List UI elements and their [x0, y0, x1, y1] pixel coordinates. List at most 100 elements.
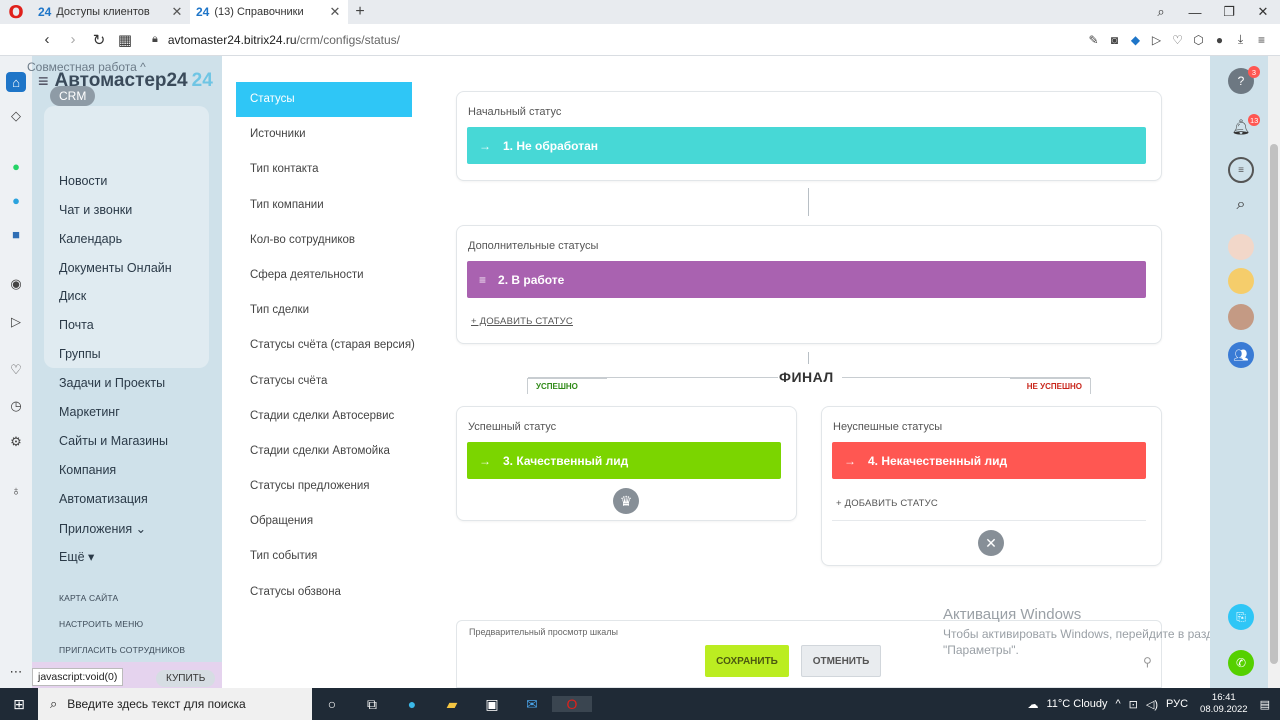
avatar[interactable]	[1228, 268, 1254, 294]
subnav-item[interactable]: Статусы обзвона	[236, 575, 426, 610]
status-item-in-progress[interactable]: ≡ 2. В работе	[467, 261, 1146, 298]
home-icon[interactable]: ⌂	[6, 72, 26, 92]
telegram-icon[interactable]: ●	[6, 190, 26, 210]
browser-tab-2[interactable]: 24 (13) Справочники ✕	[190, 0, 348, 24]
add-status-link[interactable]: + ДОБАВИТЬ СТАТУС	[471, 316, 573, 327]
cancel-button[interactable]: ОТМЕНИТЬ	[801, 645, 881, 677]
subnav-item[interactable]: Тип сделки	[236, 293, 426, 328]
browser-tab-1[interactable]: 24 Доступы клиентов ✕	[32, 0, 190, 24]
settings-icon[interactable]: ⚙	[6, 432, 26, 452]
search-tabs-icon[interactable]: ⌕	[1144, 4, 1178, 20]
search-icon[interactable]: ⌕	[1228, 192, 1254, 218]
chevron-up-icon[interactable]: ^	[1116, 698, 1121, 710]
more-icon[interactable]: ⋯	[6, 662, 26, 682]
menu-item[interactable]: Документы Онлайн	[59, 261, 172, 275]
clock[interactable]: 16:41 08.09.2022	[1200, 692, 1248, 716]
explorer-icon[interactable]: ▰	[432, 696, 472, 713]
group-chat-icon[interactable]: 👥︎	[1228, 342, 1254, 368]
menu-item[interactable]: Новости	[59, 174, 107, 188]
task-view-icon[interactable]: ⧉	[352, 696, 392, 713]
forward-icon[interactable]: ›	[60, 31, 86, 48]
menu-group-header[interactable]: Совместная работа ^	[27, 60, 146, 74]
configure-menu-link[interactable]: НАСТРОИТЬ МЕНЮ	[59, 619, 143, 629]
subnav-item[interactable]: Обращения	[236, 504, 426, 539]
notifications-icon[interactable]: ▤	[1260, 698, 1270, 711]
menu-item[interactable]: Чат и звонки	[59, 203, 132, 217]
player-icon[interactable]: ◉	[6, 274, 26, 294]
url-field[interactable]: 🔒︎ avtomaster24.bitrix24.ru /crm/configs…	[152, 33, 1083, 47]
buy-button[interactable]: КУПИТЬ	[156, 670, 216, 687]
store-icon[interactable]: ▣	[472, 696, 512, 713]
invite-users-link[interactable]: ПРИГЛАСИТЬ СОТРУДНИКОВ	[59, 645, 185, 655]
send-icon[interactable]: ▷	[6, 312, 26, 332]
profile-icon[interactable]: ●	[1209, 33, 1230, 47]
subnav-item[interactable]: Статусы предложения	[236, 469, 426, 504]
heart-icon[interactable]: ♡	[1167, 33, 1188, 47]
subnav-item-statuses[interactable]: Статусы	[236, 82, 412, 118]
save-button[interactable]: СОХРАНИТЬ	[705, 645, 789, 677]
status-item-success[interactable]: → 3. Качественный лид	[467, 442, 781, 479]
add-status-link[interactable]: + ДОБАВИТЬ СТАТУС	[836, 498, 938, 509]
edit-icon[interactable]: ✎	[1083, 33, 1104, 47]
subnav-item[interactable]: Сфера деятельности	[236, 258, 426, 293]
subnav-item[interactable]: Стадии сделки Автомойка	[236, 434, 426, 469]
menu-item[interactable]: Почта	[59, 318, 94, 332]
opera-logo-icon[interactable]: O	[0, 0, 32, 24]
subnav-item[interactable]: Статусы счёта (старая версия)	[236, 328, 426, 363]
subnav-item[interactable]: Статусы счёта	[236, 364, 426, 399]
menu-item[interactable]: Компания	[59, 463, 116, 477]
menu-item[interactable]: Сайты и Магазины	[59, 434, 168, 448]
whatsapp-icon[interactable]: ●	[6, 156, 26, 176]
new-tab-icon[interactable]: +	[348, 3, 372, 21]
subnav-item[interactable]: Тип контакта	[236, 152, 426, 187]
status-item-initial[interactable]: → 1. Не обработан	[467, 127, 1146, 164]
avatar[interactable]	[1228, 304, 1254, 330]
opera-taskbar-icon[interactable]: O	[552, 696, 592, 712]
download-icon[interactable]: ⤓	[1230, 32, 1251, 47]
close-tab-icon[interactable]: ✕	[328, 4, 342, 20]
sitemap-link[interactable]: КАРТА САЙТА	[59, 593, 118, 603]
menu-item[interactable]: Ещё ▾	[59, 549, 94, 564]
scroll-thumb[interactable]	[1270, 144, 1278, 664]
chat-icon[interactable]: ≡	[1228, 157, 1254, 183]
phone-icon[interactable]: ✆	[1228, 650, 1254, 676]
crypto-icon[interactable]: ◇	[6, 106, 26, 126]
subnav-item[interactable]: Источники	[236, 117, 426, 152]
minimize-icon[interactable]: —	[1178, 5, 1212, 20]
subnav-item[interactable]: Тип компании	[236, 188, 426, 223]
menu-item[interactable]: Календарь	[59, 232, 122, 246]
heart-icon[interactable]: ♡	[6, 360, 26, 380]
vpn-shield-icon[interactable]: ◆	[1125, 33, 1146, 47]
weather-text[interactable]: 11°C Cloudy	[1046, 698, 1107, 710]
close-window-icon[interactable]: ✕	[1246, 4, 1280, 20]
menu-item[interactable]: Приложения ⌄	[59, 521, 146, 536]
windows-start-icon[interactable]: ⊞	[0, 696, 38, 713]
vk-icon[interactable]: ■	[6, 224, 26, 244]
status-item-failure[interactable]: → 4. Некачественный лид	[832, 442, 1146, 479]
network-icon[interactable]: ⊡	[1129, 698, 1138, 711]
restore-icon[interactable]: ❐	[1212, 4, 1246, 20]
avatar[interactable]	[1228, 234, 1254, 260]
menu-icon[interactable]: ≡	[1251, 33, 1272, 47]
cube-icon[interactable]: ⬡	[1188, 33, 1209, 47]
cortana-icon[interactable]: ○	[312, 696, 352, 712]
back-icon[interactable]: ‹	[34, 31, 60, 48]
reload-icon[interactable]: ↻	[86, 31, 112, 49]
drag-handle-icon[interactable]: ≡	[479, 273, 486, 287]
history-icon[interactable]: ◷	[6, 396, 26, 416]
menu-item[interactable]: Маркетинг	[59, 405, 120, 419]
camera-icon[interactable]: ◙	[1104, 33, 1125, 47]
taskbar-search-input[interactable]: ⌕ Введите здесь текст для поиска	[38, 688, 312, 720]
mail-icon[interactable]: ✉	[512, 696, 552, 713]
language-indicator[interactable]: РУС	[1166, 698, 1188, 710]
tabs-grid-icon[interactable]: ▦	[112, 31, 138, 49]
open-lines-icon[interactable]: ⎘	[1228, 604, 1254, 630]
menu-item[interactable]: Задачи и Проекты	[59, 376, 165, 390]
edge-icon[interactable]: ●	[392, 696, 432, 712]
send-icon[interactable]: ▷	[1146, 33, 1167, 47]
menu-item-crm[interactable]: CRM	[50, 86, 96, 106]
menu-item[interactable]: Группы	[59, 347, 101, 361]
menu-item[interactable]: Автоматизация	[59, 492, 148, 506]
subnav-item[interactable]: Кол-во сотрудников	[236, 223, 426, 258]
tips-icon[interactable]: ♁	[6, 480, 26, 500]
